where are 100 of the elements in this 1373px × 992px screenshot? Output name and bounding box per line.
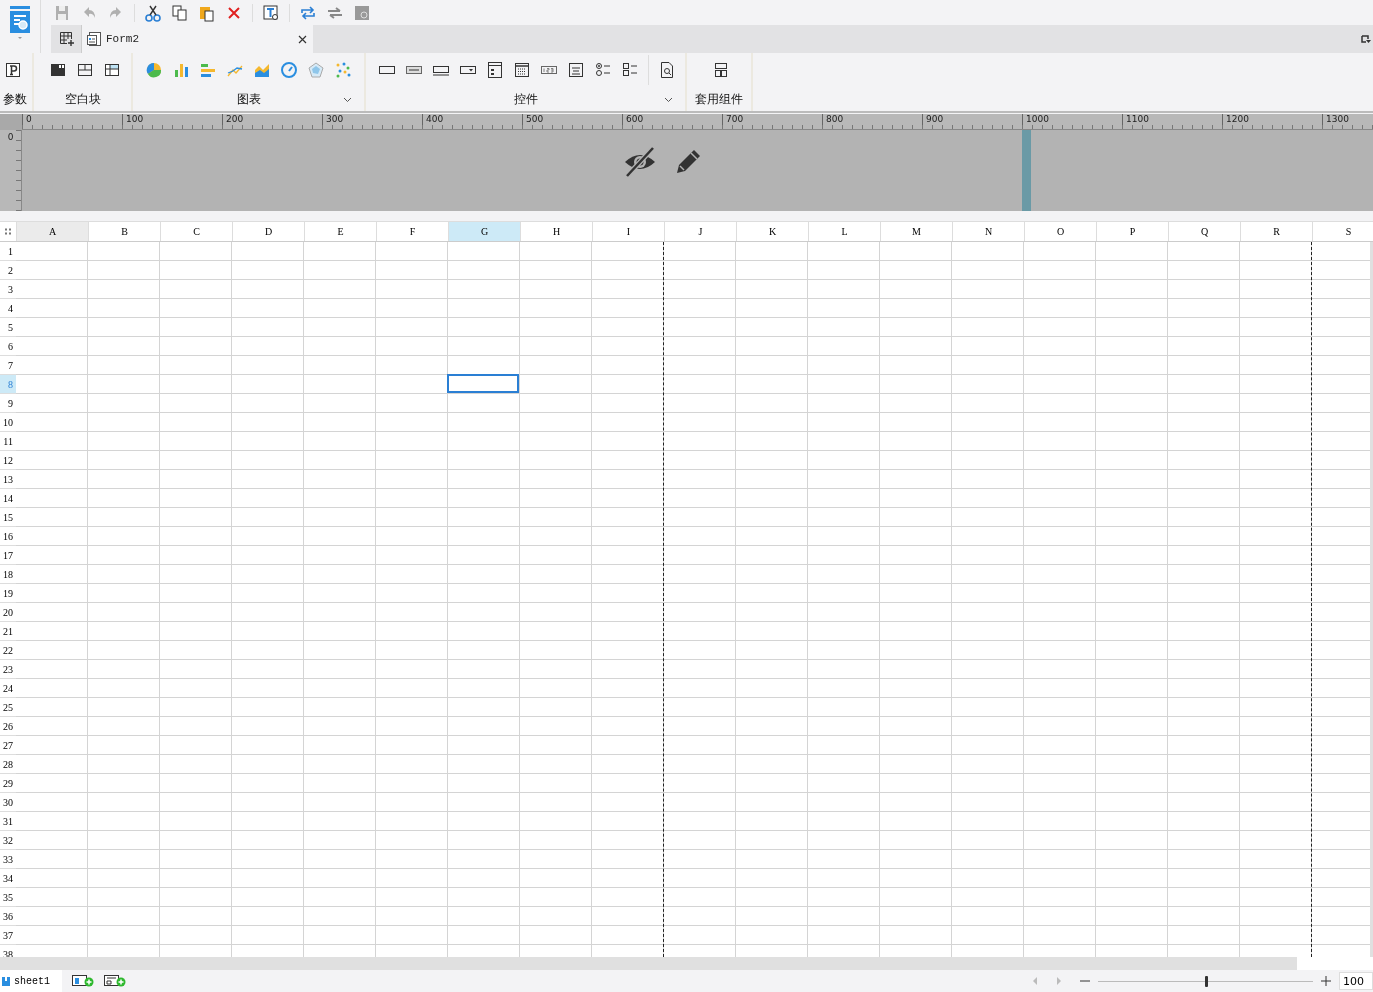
active-cell[interactable]: [447, 374, 519, 393]
ruler-label: 900: [925, 114, 945, 126]
row-header[interactable]: 16: [0, 527, 16, 546]
row-header[interactable]: 13: [0, 470, 16, 489]
row-header[interactable]: 21: [0, 622, 16, 641]
row-header[interactable]: 35: [0, 888, 16, 907]
chevron-down-icon[interactable]: [343, 97, 352, 103]
column-header[interactable]: L: [808, 222, 880, 241]
zoom-in-icon[interactable]: [1321, 976, 1331, 986]
row-header[interactable]: 31: [0, 812, 16, 831]
cut-icon[interactable]: [144, 3, 162, 22]
column-header[interactable]: B: [88, 222, 160, 241]
row-header[interactable]: 2: [0, 261, 16, 280]
add-report-sheet-icon[interactable]: [72, 975, 94, 987]
app-logo-icon[interactable]: [9, 6, 31, 40]
column-header[interactable]: P: [1096, 222, 1168, 241]
column-header[interactable]: Q: [1168, 222, 1240, 241]
window-menu-icon[interactable]: [1361, 34, 1371, 44]
ruler-label: 0: [7, 132, 14, 142]
column-header[interactable]: J: [664, 222, 736, 241]
ruler-label: 300: [325, 114, 345, 126]
row-header[interactable]: 28: [0, 755, 16, 774]
ruler-label: 1300: [1325, 114, 1350, 126]
horizontal-scrollbar[interactable]: [0, 957, 1297, 970]
row-header[interactable]: 8: [0, 375, 16, 394]
column-header[interactable]: D: [232, 222, 304, 241]
list-box-icon[interactable]: [486, 61, 504, 79]
column-header[interactable]: I: [592, 222, 664, 241]
column-header[interactable]: N: [952, 222, 1024, 241]
column-header[interactable]: E: [304, 222, 376, 241]
row-header[interactable]: 33: [0, 850, 16, 869]
column-header[interactable]: O: [1024, 222, 1096, 241]
row-header[interactable]: 18: [0, 565, 16, 584]
row-header[interactable]: 37: [0, 926, 16, 945]
ruler-label: 100: [125, 114, 145, 126]
zoom-field[interactable]: 100: [1339, 972, 1373, 990]
cell-grid[interactable]: [16, 242, 1370, 957]
chevron-down-icon[interactable]: [664, 97, 673, 103]
row-header[interactable]: 29: [0, 774, 16, 793]
search-icon[interactable]: [658, 61, 676, 79]
text-search-icon[interactable]: [262, 3, 280, 22]
column-header[interactable]: R: [1240, 222, 1312, 241]
sheet-tab[interactable]: sheet1: [0, 970, 62, 992]
row-header[interactable]: 24: [0, 679, 16, 698]
ruler-label: 1000: [1025, 114, 1050, 126]
column-header[interactable]: G: [448, 222, 520, 241]
row-header[interactable]: 5: [0, 318, 16, 337]
slider-thumb[interactable]: [1204, 975, 1208, 987]
row-header[interactable]: 9: [0, 394, 16, 413]
row-header[interactable]: 10: [0, 413, 16, 432]
calendar-icon[interactable]: [513, 61, 531, 79]
row-header[interactable]: 14: [0, 489, 16, 508]
row-header[interactable]: 36: [0, 907, 16, 926]
gauge-icon[interactable]: [280, 61, 298, 79]
row-header[interactable]: 15: [0, 508, 16, 527]
row-header[interactable]: 34: [0, 869, 16, 888]
bar-chart-icon[interactable]: [172, 61, 190, 79]
hidden-eye-icon[interactable]: [623, 145, 657, 178]
row-header[interactable]: 19: [0, 584, 16, 603]
row-header[interactable]: 6: [0, 337, 16, 356]
row-header[interactable]: 32: [0, 831, 16, 850]
row-header[interactable]: 11: [0, 432, 16, 451]
loop-arrows-icon[interactable]: [299, 3, 317, 22]
horizontal-bar-icon[interactable]: [199, 61, 217, 79]
block-icon[interactable]: [48, 61, 67, 79]
radio-group-icon[interactable]: [594, 61, 612, 79]
row-header[interactable]: 3: [0, 280, 16, 299]
pie-chart-icon[interactable]: [145, 61, 163, 79]
row-header[interactable]: 27: [0, 736, 16, 755]
close-icon[interactable]: [298, 34, 307, 44]
row-header[interactable]: 23: [0, 660, 16, 679]
row-header[interactable]: 22: [0, 641, 16, 660]
column-header[interactable]: A: [16, 222, 88, 241]
column-header[interactable]: K: [736, 222, 808, 241]
row-header[interactable]: 4: [0, 299, 16, 318]
text-area-icon[interactable]: [567, 61, 585, 79]
component-icon[interactable]: [712, 61, 730, 79]
row-header[interactable]: 30: [0, 793, 16, 812]
column-header[interactable]: H: [520, 222, 592, 241]
ruler-label: 500: [525, 114, 545, 126]
layout-icon[interactable]: [75, 61, 94, 79]
row-header[interactable]: 26: [0, 717, 16, 736]
document-tab[interactable]: Form2: [81, 25, 313, 53]
parameter-icon[interactable]: [4, 61, 22, 79]
row-header[interactable]: 1: [0, 242, 16, 261]
new-sheet-icon[interactable]: [59, 31, 75, 47]
copy-icon[interactable]: [171, 3, 189, 22]
row-header[interactable]: 25: [0, 698, 16, 717]
row-header[interactable]: 12: [0, 451, 16, 470]
table-icon[interactable]: [102, 61, 121, 79]
add-form-sheet-icon[interactable]: [104, 975, 126, 987]
row-header[interactable]: 20: [0, 603, 16, 622]
ruler-label: 800: [825, 114, 845, 126]
column-header[interactable]: M: [880, 222, 952, 241]
preview-icon[interactable]: [353, 3, 371, 22]
scatter-icon[interactable]: [334, 61, 352, 79]
column-header[interactable]: S: [1312, 222, 1373, 241]
column-header[interactable]: C: [160, 222, 232, 241]
checkbox-group-icon[interactable]: [621, 61, 639, 79]
row-header[interactable]: 17: [0, 546, 16, 565]
